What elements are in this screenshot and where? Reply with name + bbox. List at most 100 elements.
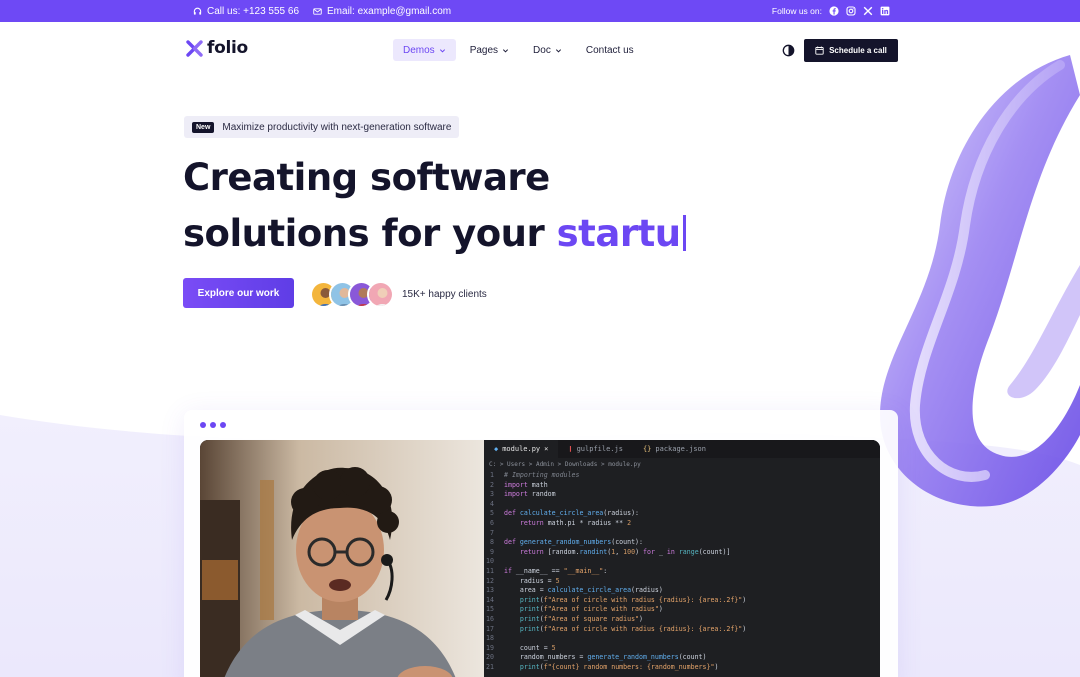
instagram-icon[interactable]: [846, 6, 856, 16]
showcase-media: ◆ module.py × ❙ gulpfile.js {} package.j…: [200, 440, 880, 677]
code-line: 9 return [random.randint(1, 100) for _ i…: [484, 548, 880, 558]
code-text: area = calculate_circle_area(radius): [504, 586, 663, 595]
code-text: print(f"Area of circle with radius {radi…: [519, 595, 747, 604]
line-number: 5: [490, 509, 494, 518]
nav-item-label: Pages: [469, 44, 499, 56]
line-number: 7: [490, 528, 494, 537]
code-text: def generate_random_numbers(count):: [504, 538, 643, 547]
code-text: def calculate_circle_area(radius):: [504, 509, 640, 518]
call-link[interactable]: Call us: +123 555 66: [193, 6, 299, 17]
code-line: 14 print(f"Area of circle with radius {r…: [484, 596, 880, 606]
happy-clients-text: 15K+ happy clients: [402, 289, 487, 300]
headset-icon: [193, 7, 202, 15]
code-area: 1 # Importing modules 2 import math 3 import …: [484, 471, 880, 672]
tab-label: gulpfile.js: [576, 445, 623, 453]
code-line: 13 area = calculate_circle_area(radius): [484, 586, 880, 596]
email-link[interactable]: Email: example@gmail.com: [313, 6, 451, 17]
chevron-down-icon: [439, 48, 445, 52]
code-text: print(f"{count} random numbers: {random_…: [519, 662, 719, 671]
main-nav: Demos Pages Doc Contact us: [393, 39, 644, 61]
line-number: 13: [486, 586, 494, 595]
code-line: 15 print(f"Area of circle with radius"): [484, 605, 880, 615]
chevron-down-icon: [503, 48, 509, 52]
tab-label: module.py: [502, 445, 541, 453]
code-line: 1 # Importing modules: [484, 471, 880, 481]
code-text: import math: [504, 480, 548, 489]
nav-item-doc[interactable]: Doc: [523, 39, 572, 61]
logo-mark-icon: [186, 39, 203, 57]
code-line: 19 count = 5: [484, 644, 880, 654]
line-number: 8: [490, 538, 494, 547]
line-number: 9: [490, 547, 494, 556]
line-number: 10: [486, 557, 494, 566]
explore-work-label: Explore our work: [197, 287, 280, 299]
code-line: 20 random_numbers = generate_random_numb…: [484, 653, 880, 663]
line-number: 1: [490, 471, 494, 479]
editor-tabs: ◆ module.py × ❙ gulpfile.js {} package.j…: [484, 440, 880, 458]
nav-item-contact[interactable]: Contact us: [576, 39, 644, 61]
nav-item-demos[interactable]: Demos: [393, 39, 456, 61]
window-dot: [200, 422, 206, 428]
explore-work-button[interactable]: Explore our work: [183, 278, 294, 308]
window-dots: [200, 422, 226, 428]
code-text: return math.pi * radius ** 2: [519, 518, 632, 527]
code-line: 7: [484, 529, 880, 539]
line-number: 17: [486, 624, 494, 633]
client-avatars: [310, 281, 394, 308]
code-line: 12 radius = 5: [484, 577, 880, 587]
editor-breadcrumb: C: > Users > Admin > Downloads > module.…: [489, 461, 641, 468]
follow-label: Follow us on:: [771, 6, 822, 16]
line-number: 16: [486, 614, 494, 623]
x-icon[interactable]: [863, 6, 873, 16]
facebook-icon[interactable]: [829, 6, 839, 16]
tab-gulpfile-js[interactable]: ❙ gulpfile.js: [558, 440, 633, 458]
line-number: 18: [486, 634, 494, 643]
announcement-text: Maximize productivity with next-generati…: [222, 121, 452, 133]
linkedin-icon[interactable]: [880, 6, 890, 16]
hero-title: Creating software solutions for your sta…: [183, 150, 703, 262]
nav-item-label: Demos: [403, 44, 435, 56]
line-number: 3: [490, 490, 494, 499]
code-text: radius = 5: [504, 576, 560, 585]
code-line: 2 import math: [484, 481, 880, 491]
top-bar-contact: Call us: +123 555 66 Email: example@gmai…: [193, 0, 451, 22]
nav-item-label: Contact us: [585, 44, 634, 56]
code-line: 6 return math.pi * radius ** 2: [484, 519, 880, 529]
code-line: 3 import random: [484, 490, 880, 500]
code-line: 5 def calculate_circle_area(radius):: [484, 509, 880, 519]
tab-module-py[interactable]: ◆ module.py ×: [484, 440, 559, 458]
avatar: [367, 281, 394, 308]
tab-package-json[interactable]: {} package.json: [633, 440, 716, 458]
theme-toggle-icon[interactable]: [782, 44, 795, 57]
schedule-call-button[interactable]: Schedule a call: [804, 39, 898, 62]
chevron-down-icon: [555, 48, 561, 52]
calendar-icon: [815, 46, 824, 55]
line-number: 20: [486, 653, 494, 662]
code-text: return [random.randint(1, 100) for _ in …: [519, 547, 731, 556]
code-line: 17 print(f"Area of circle with radius {r…: [484, 625, 880, 635]
line-number: 12: [486, 576, 494, 585]
code-text: print(f"Area of square radius"): [519, 614, 643, 623]
logo[interactable]: folio: [186, 38, 248, 58]
code-line: 18: [484, 634, 880, 644]
nav-item-label: Doc: [533, 44, 551, 56]
code-line: 21 print(f"{count} random numbers: {rand…: [484, 663, 880, 673]
code-text: if __name__ == "__main__":: [504, 566, 608, 575]
close-icon[interactable]: ×: [544, 445, 548, 453]
gulp-file-icon: ❙: [568, 445, 573, 453]
schedule-call-label: Schedule a call: [829, 46, 887, 55]
new-tag: New: [192, 121, 215, 133]
nav-item-pages[interactable]: Pages: [460, 39, 519, 61]
python-file-icon: ◆: [494, 445, 499, 453]
code-text: print(f"Area of circle with radius {radi…: [519, 624, 747, 633]
window-dot: [210, 422, 216, 428]
mail-icon: [313, 7, 322, 15]
line-number: 19: [486, 643, 494, 652]
line-number: 14: [486, 595, 494, 604]
line-number: 11: [486, 566, 494, 575]
code-line: 8 def generate_random_numbers(count):: [484, 538, 880, 548]
code-text: random_numbers = generate_random_numbers…: [504, 653, 707, 662]
code-text: count = 5: [504, 643, 556, 652]
json-file-icon: {}: [642, 445, 652, 453]
code-line: 11 if __name__ == "__main__":: [484, 567, 880, 577]
